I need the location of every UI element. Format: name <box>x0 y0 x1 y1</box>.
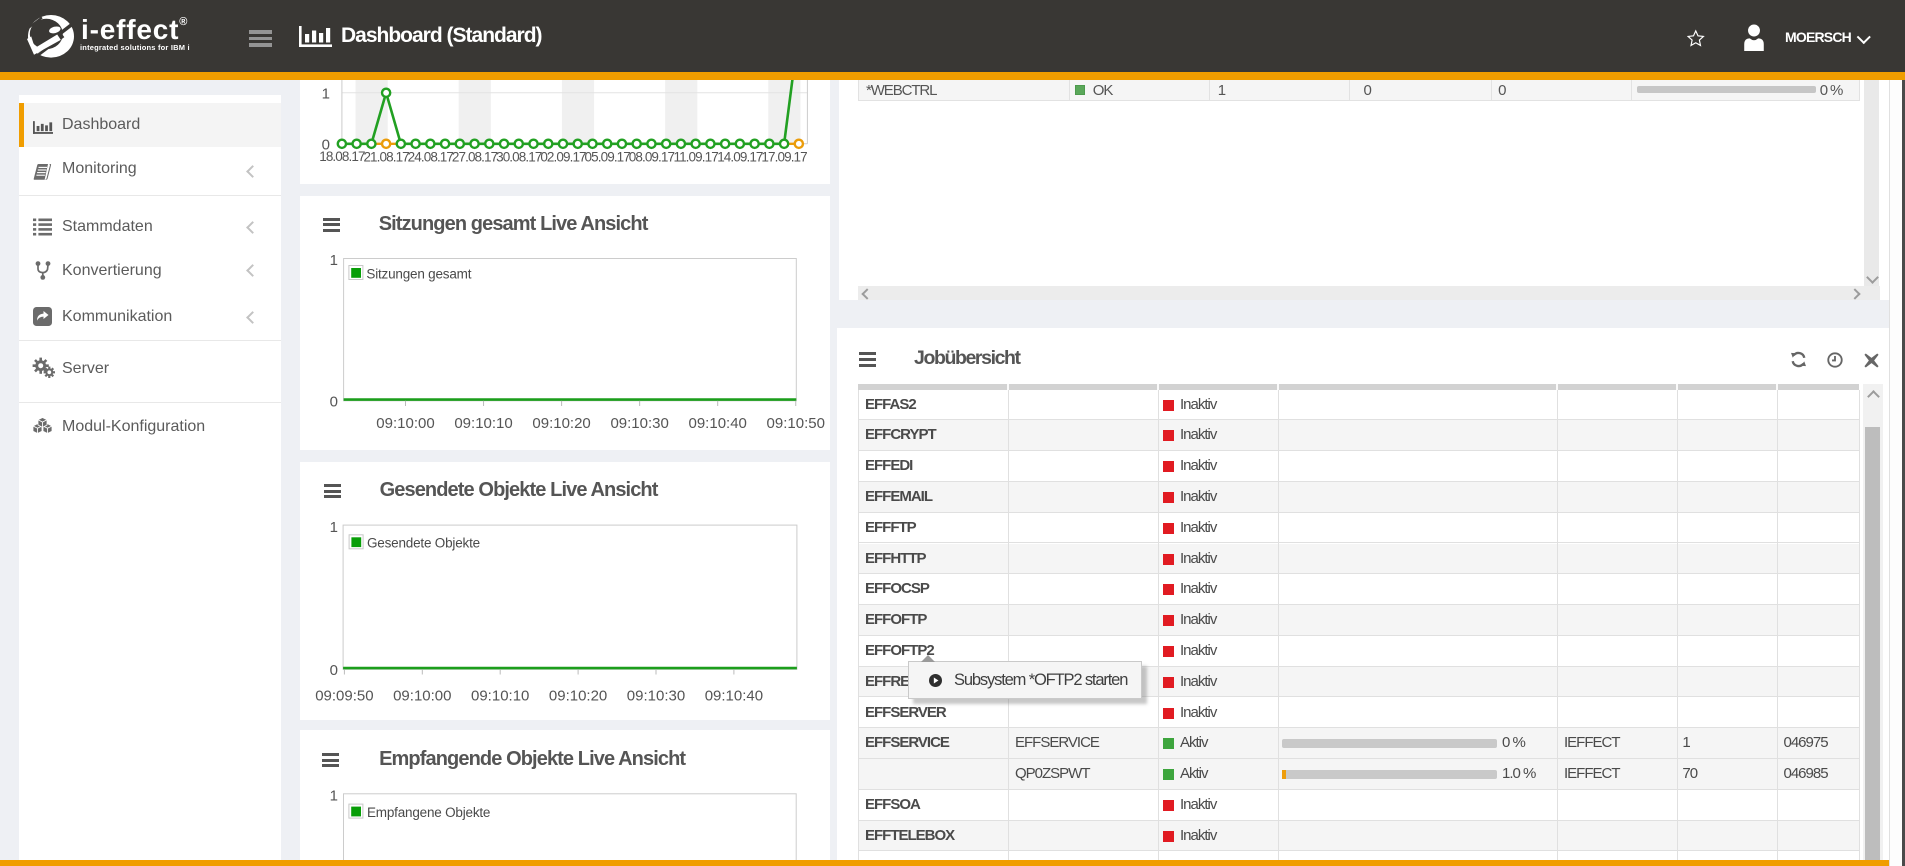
svg-text:09:10:00: 09:10:00 <box>376 415 434 432</box>
svg-text:0: 0 <box>330 393 338 410</box>
svg-text:17.09.17: 17.09.17 <box>761 150 807 165</box>
svg-text:09:10:40: 09:10:40 <box>705 687 763 704</box>
svg-text:11.09.17: 11.09.17 <box>673 150 718 165</box>
svg-text:14.09.17: 14.09.17 <box>717 150 763 165</box>
svg-text:09:09:50: 09:09:50 <box>315 687 373 704</box>
svg-text:09:10:20: 09:10:20 <box>549 687 607 704</box>
svg-text:1: 1 <box>330 519 338 536</box>
svg-text:Gesendete Objekte: Gesendete Objekte <box>367 535 480 550</box>
svg-text:05.09.17: 05.09.17 <box>585 150 631 165</box>
svg-text:09:10:10: 09:10:10 <box>471 687 529 704</box>
svg-text:Sitzungen gesamt: Sitzungen gesamt <box>366 266 471 281</box>
svg-text:09:10:40: 09:10:40 <box>689 415 747 432</box>
svg-text:09:10:00: 09:10:00 <box>393 687 451 704</box>
svg-text:09:10:20: 09:10:20 <box>532 415 590 432</box>
svg-text:09:10:30: 09:10:30 <box>627 687 685 704</box>
svg-text:0: 0 <box>330 661 338 678</box>
svg-text:08.09.17: 08.09.17 <box>629 150 675 165</box>
svg-text:09:10:10: 09:10:10 <box>454 415 512 432</box>
svg-text:1: 1 <box>330 252 338 269</box>
svg-text:24.08.17: 24.08.17 <box>408 150 454 165</box>
svg-text:1: 1 <box>322 85 330 102</box>
svg-text:09:10:50: 09:10:50 <box>767 415 825 432</box>
svg-text:21.08.17: 21.08.17 <box>363 150 409 165</box>
svg-text:1: 1 <box>330 788 338 805</box>
svg-text:30.08.17: 30.08.17 <box>496 150 542 165</box>
svg-text:27.08.17: 27.08.17 <box>452 150 498 165</box>
svg-text:02.09.17: 02.09.17 <box>540 150 586 165</box>
svg-text:09:10:30: 09:10:30 <box>610 415 668 432</box>
svg-text:18.08.17: 18.08.17 <box>319 149 365 164</box>
svg-text:Empfangene Objekte: Empfangene Objekte <box>367 805 490 820</box>
